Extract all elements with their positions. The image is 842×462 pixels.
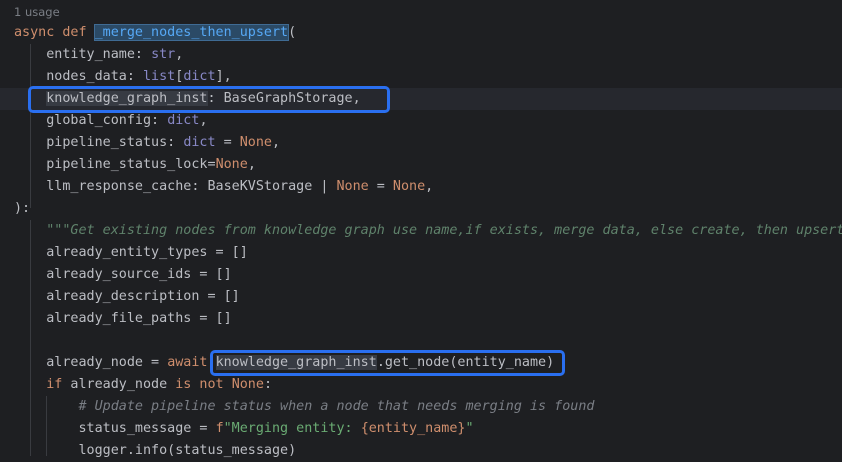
code-line[interactable]: entity_name: str, — [14, 44, 183, 66]
code-line[interactable]: pipeline_status_lock=None, — [14, 154, 256, 176]
param: entity_name: — [46, 47, 152, 62]
keyword-none: None — [336, 179, 369, 194]
code-line[interactable]: status_message = f"Merging entity: {enti… — [14, 418, 474, 440]
builtin-type: dict — [183, 135, 216, 150]
keyword-none: None — [231, 377, 264, 392]
statement: already_file_paths = [] — [46, 311, 232, 326]
code-line[interactable]: already_description = [] — [14, 286, 240, 308]
builtin-type: str — [151, 47, 176, 62]
code-line[interactable]: already_entity_types = [] — [14, 242, 248, 264]
statement: already_entity_types = [] — [46, 245, 248, 260]
code-line[interactable]: global_config: dict, — [14, 110, 208, 132]
keyword-none: None — [392, 179, 426, 194]
param: nodes_data: — [46, 69, 143, 84]
expr: already_node — [62, 377, 176, 392]
punct: ], — [215, 69, 232, 84]
punct: : — [263, 377, 272, 392]
statement: already_description = [] — [46, 289, 240, 304]
fstring-ref: {entity_name} — [360, 421, 466, 436]
builtin-type: list — [143, 69, 176, 84]
punct: = — [215, 135, 240, 150]
code-line[interactable]: nodes_data: list[dict], — [14, 66, 232, 88]
comment: # Update pipeline status when a node tha… — [78, 399, 595, 414]
code-line[interactable]: # Update pipeline status when a node tha… — [14, 396, 595, 418]
code-line[interactable]: pipeline_status: dict = None, — [14, 132, 280, 154]
keyword-none: None — [215, 157, 248, 172]
usage-hint[interactable]: 1 usage — [14, 4, 60, 20]
docstring: """Get existing nodes from knowledge gra… — [46, 223, 842, 238]
ref-knowledge-graph-inst[interactable]: knowledge_graph_inst — [215, 355, 377, 370]
code-line[interactable]: already_source_ids = [] — [14, 264, 232, 286]
statement: already_source_ids = [] — [46, 267, 232, 282]
string: " — [465, 421, 474, 436]
keyword-if: if — [46, 377, 63, 392]
keyword-is-not: is not — [175, 377, 224, 392]
function-name[interactable]: _merge_nodes_then_upsert — [93, 24, 290, 41]
signature-close: ): — [14, 201, 31, 216]
keyword: def — [62, 25, 87, 40]
code-line[interactable]: already_node = await knowledge_graph_ins… — [14, 352, 554, 374]
punct: , — [272, 135, 281, 150]
builtin-type: dict — [183, 69, 216, 84]
param-knowledge-graph-inst[interactable]: knowledge_graph_inst — [46, 91, 208, 106]
code-line[interactable]: if already_node is not None: — [14, 374, 272, 396]
code-line[interactable]: ): — [14, 198, 30, 220]
code-editor[interactable]: 1 usage async def _merge_nodes_then_upse… — [0, 0, 842, 458]
punct: = — [368, 179, 393, 194]
param: llm_response_cache: BaseKVStorage | — [46, 179, 337, 194]
punct: , — [425, 179, 434, 194]
builtin-type: dict — [167, 113, 200, 128]
string: "Merging entity: — [223, 421, 361, 436]
code-line-current[interactable]: knowledge_graph_inst: BaseGraphStorage, — [0, 88, 842, 110]
code-line[interactable]: already_file_paths = [] — [14, 308, 232, 330]
code-line[interactable]: llm_response_cache: BaseKVStorage | None… — [14, 176, 433, 198]
punct: , — [175, 47, 184, 62]
keyword: async — [14, 25, 55, 40]
code-line[interactable]: """Get existing nodes from knowledge gra… — [14, 220, 842, 242]
param: pipeline_status: — [46, 135, 184, 150]
fstring-prefix: f — [215, 421, 224, 436]
statement: already_node = — [46, 355, 168, 370]
paren: ( — [288, 25, 297, 40]
param: pipeline_status_lock= — [46, 157, 216, 172]
punct: , — [247, 157, 256, 172]
param-type: : BaseGraphStorage, — [207, 91, 361, 106]
keyword-none: None — [239, 135, 272, 150]
code-line[interactable]: logger.info(status_message) — [14, 440, 297, 462]
keyword-await: await — [167, 355, 208, 370]
statement: status_message = — [78, 421, 216, 436]
method-call: .get_node(entity_name) — [376, 355, 555, 370]
param: global_config: — [46, 113, 168, 128]
punct: , — [199, 113, 208, 128]
code-line[interactable]: async def _merge_nodes_then_upsert( — [14, 22, 296, 44]
